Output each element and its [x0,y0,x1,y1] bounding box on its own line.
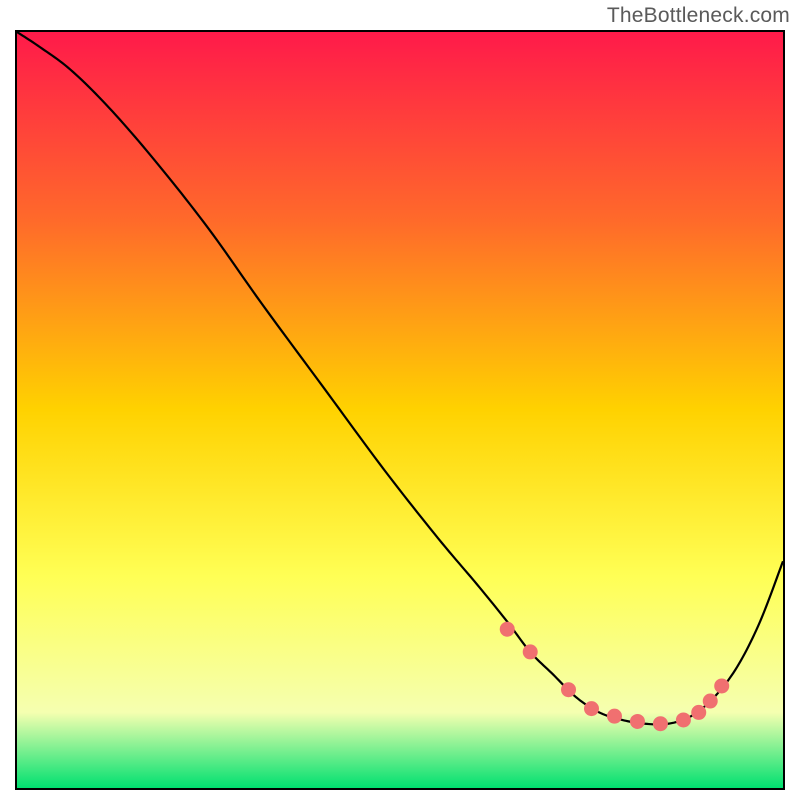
watermark-text: TheBottleneck.com [607,4,790,28]
gradient-background [17,32,783,788]
data-marker [500,622,515,637]
data-marker [607,709,622,724]
data-marker [584,701,599,716]
data-marker [561,682,576,697]
plot-area [15,30,785,790]
data-marker [703,694,718,709]
chart-container: TheBottleneck.com [0,0,800,800]
data-marker [653,716,668,731]
data-marker [523,644,538,659]
data-marker [630,714,645,729]
data-marker [714,678,729,693]
data-marker [676,712,691,727]
data-marker [691,705,706,720]
chart-svg [17,32,783,788]
